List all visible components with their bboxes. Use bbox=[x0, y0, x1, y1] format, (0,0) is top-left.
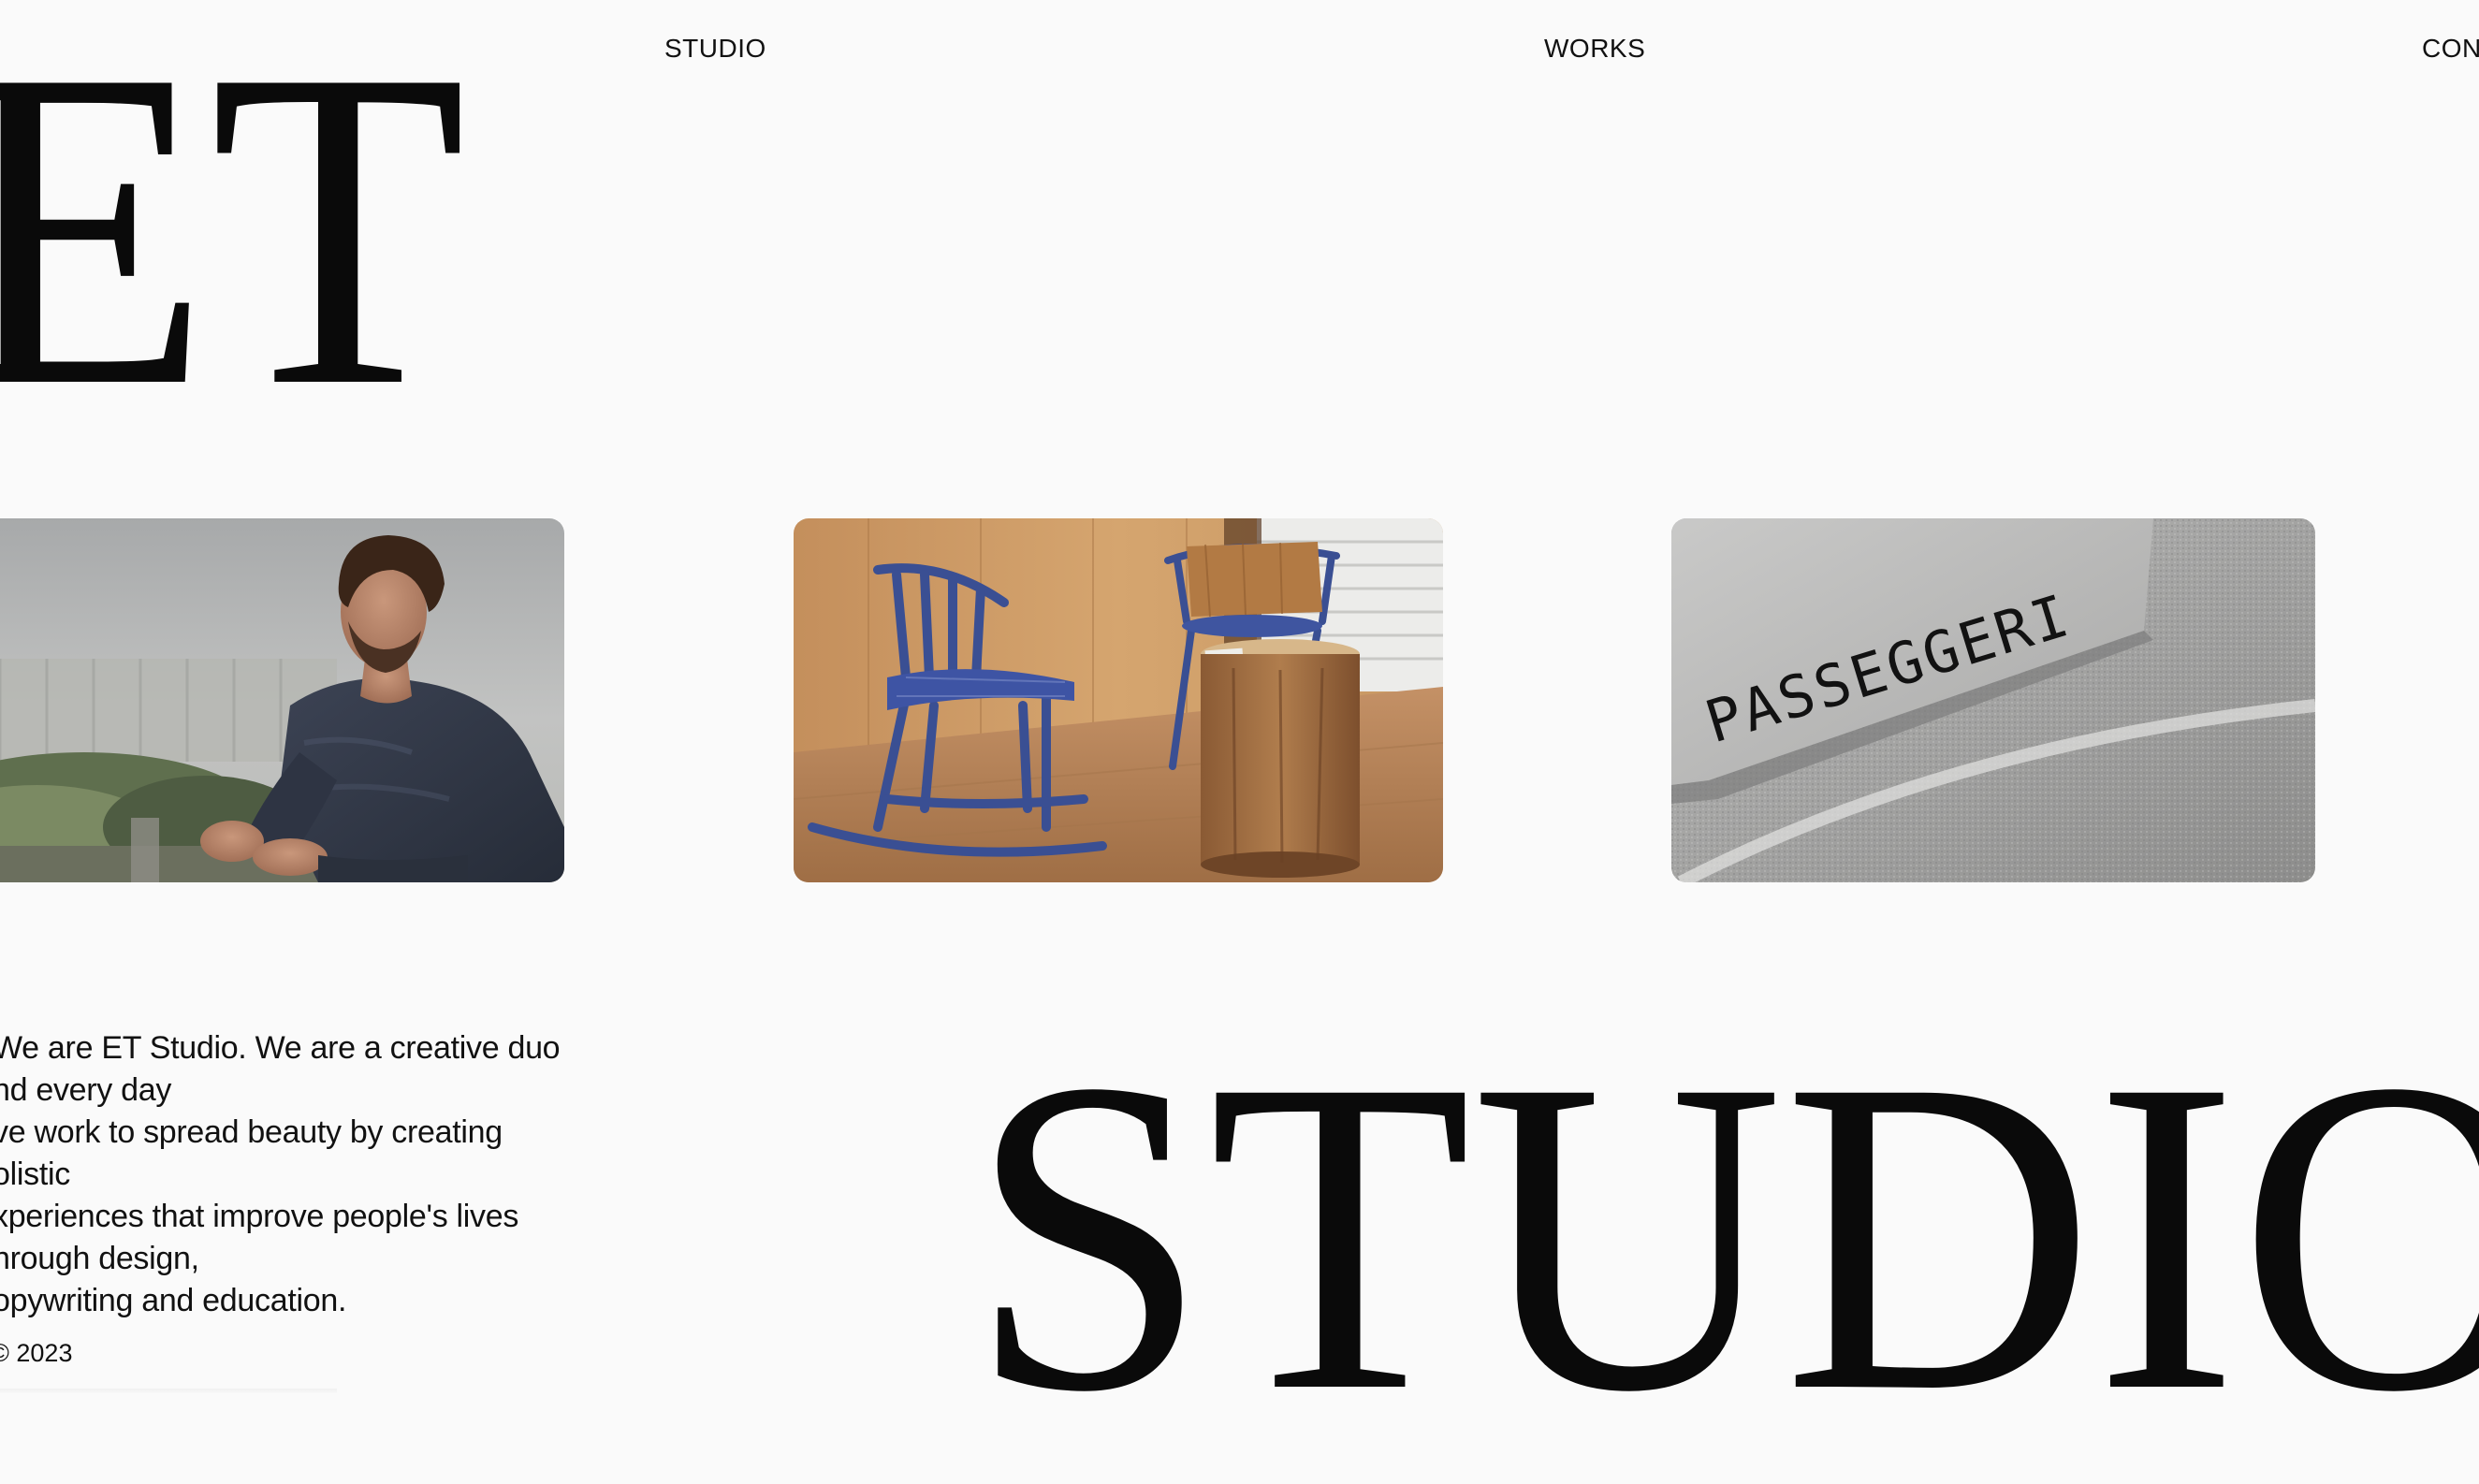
intro-line: xperiences that improve people's lives bbox=[0, 1199, 519, 1234]
sign-photo: PASSEGGERI bbox=[1671, 518, 2315, 882]
project-card-chairs[interactable] bbox=[794, 518, 1443, 882]
nav-link-works[interactable]: WORKS bbox=[1544, 33, 1645, 65]
copyright: © 2023 bbox=[0, 1339, 73, 1367]
project-card-sign[interactable]: PASSEGGERI bbox=[1671, 518, 2315, 882]
nav-link-contact[interactable]: CON bbox=[2422, 33, 2479, 65]
intro-line: nrough design, bbox=[0, 1241, 199, 1276]
nav-link-studio[interactable]: STUDIO bbox=[664, 33, 766, 65]
divider bbox=[0, 1389, 337, 1394]
intro-line: We are ET Studio. We are a creative duo bbox=[0, 1030, 561, 1066]
portrait-photo bbox=[0, 518, 564, 882]
chairs-photo bbox=[794, 518, 1443, 882]
logo-wordmark-studio: STUDIO bbox=[969, 986, 2479, 1484]
intro-line: ve work to spread beauty by creating bbox=[0, 1114, 503, 1150]
intro-line: nd every day bbox=[0, 1072, 172, 1108]
project-card-portrait[interactable] bbox=[0, 518, 564, 882]
intro-line: olistic bbox=[0, 1157, 70, 1192]
intro-text: We are ET Studio. We are a creative duo … bbox=[0, 1027, 591, 1322]
logo-wordmark-et: ET bbox=[0, 0, 467, 481]
intro-line: opywriting and education. bbox=[0, 1283, 347, 1318]
